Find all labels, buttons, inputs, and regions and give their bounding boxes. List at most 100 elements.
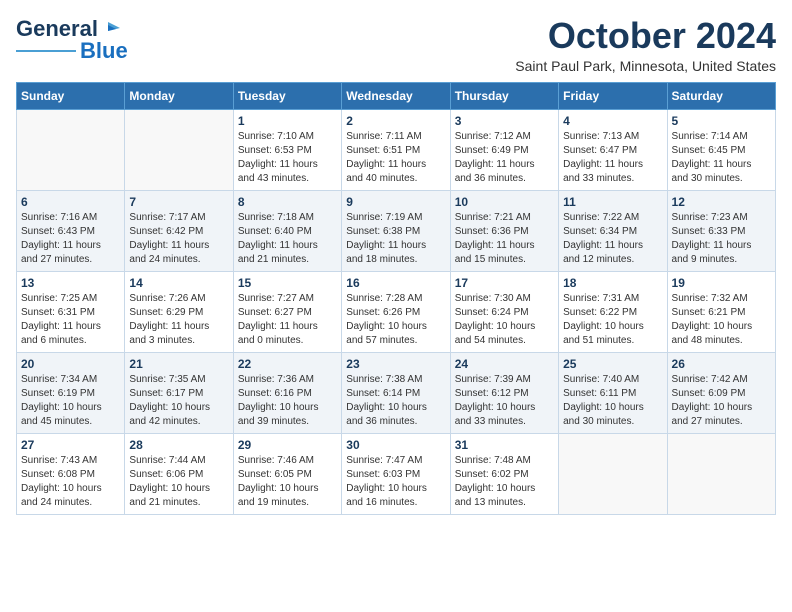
day-info: Sunrise: 7:44 AM Sunset: 6:06 PM Dayligh…	[129, 454, 228, 510]
day-info: Sunrise: 7:36 AM Sunset: 6:16 PM Dayligh…	[238, 373, 337, 429]
logo: General Blue	[16, 16, 128, 64]
calendar-cell: 2 Sunrise: 7:11 AM Sunset: 6:51 PM Daylig…	[342, 109, 450, 190]
day-number: 15	[238, 276, 337, 290]
day-number: 4	[563, 114, 662, 128]
day-number: 25	[563, 357, 662, 371]
day-info: Sunrise: 7:31 AM Sunset: 6:22 PM Dayligh…	[563, 292, 662, 348]
calendar-cell: 21Sunrise: 7:35 AM Sunset: 6:17 PM Dayli…	[125, 352, 233, 433]
day-number: 6	[21, 195, 120, 209]
day-info: Sunrise: 7:47 AM Sunset: 6:03 PM Dayligh…	[346, 454, 445, 510]
day-info: Sunrise: 7:18 AM Sunset: 6:40 PM Dayligh…	[238, 211, 337, 267]
calendar-cell	[125, 109, 233, 190]
calendar-cell: 26Sunrise: 7:42 AM Sunset: 6:09 PM Dayli…	[667, 352, 775, 433]
day-number: 3	[455, 114, 554, 128]
day-info: Sunrise: 7:12 AM Sunset: 6:49 PM Dayligh…	[455, 130, 554, 186]
calendar-week-4: 20 Sunrise: 7:34 AM Sunset: 6:19 PM Dayli…	[17, 352, 776, 433]
day-info: Sunrise: 7:32 AM Sunset: 6:21 PM Dayligh…	[672, 292, 771, 348]
calendar-cell: 4 Sunrise: 7:13 AM Sunset: 6:47 PM Daylig…	[559, 109, 667, 190]
header-day-sunday: Sunday	[17, 82, 125, 109]
day-number: 22	[238, 357, 337, 371]
day-info: Sunrise: 7:11 AM Sunset: 6:51 PM Dayligh…	[346, 130, 445, 186]
day-number: 28	[129, 438, 228, 452]
calendar-cell: 5 Sunrise: 7:14 AM Sunset: 6:45 PM Daylig…	[667, 109, 775, 190]
day-number: 30	[346, 438, 445, 452]
day-info: Sunrise: 7:16 AM Sunset: 6:43 PM Dayligh…	[21, 211, 120, 267]
calendar-cell: 12Sunrise: 7:23 AM Sunset: 6:33 PM Dayli…	[667, 190, 775, 271]
day-info: Sunrise: 7:30 AM Sunset: 6:24 PM Dayligh…	[455, 292, 554, 348]
day-number: 5	[672, 114, 771, 128]
calendar-cell: 18Sunrise: 7:31 AM Sunset: 6:22 PM Dayli…	[559, 271, 667, 352]
day-number: 20	[21, 357, 120, 371]
header-day-wednesday: Wednesday	[342, 82, 450, 109]
day-number: 13	[21, 276, 120, 290]
logo-line	[16, 50, 76, 52]
day-number: 26	[672, 357, 771, 371]
calendar-cell: 24 Sunrise: 7:39 AM Sunset: 6:12 PM Dayli…	[450, 352, 558, 433]
calendar-cell: 16 Sunrise: 7:28 AM Sunset: 6:26 PM Dayli…	[342, 271, 450, 352]
day-info: Sunrise: 7:34 AM Sunset: 6:19 PM Dayligh…	[21, 373, 120, 429]
calendar-cell: 6 Sunrise: 7:16 AM Sunset: 6:43 PM Daylig…	[17, 190, 125, 271]
day-number: 29	[238, 438, 337, 452]
calendar-cell	[559, 433, 667, 514]
calendar-cell	[17, 109, 125, 190]
calendar-table: SundayMondayTuesdayWednesdayThursdayFrid…	[16, 82, 776, 515]
day-info: Sunrise: 7:14 AM Sunset: 6:45 PM Dayligh…	[672, 130, 771, 186]
day-number: 23	[346, 357, 445, 371]
day-info: Sunrise: 7:28 AM Sunset: 6:26 PM Dayligh…	[346, 292, 445, 348]
day-info: Sunrise: 7:17 AM Sunset: 6:42 PM Dayligh…	[129, 211, 228, 267]
day-number: 17	[455, 276, 554, 290]
calendar-week-3: 13 Sunrise: 7:25 AM Sunset: 6:31 PM Dayli…	[17, 271, 776, 352]
month-title: October 2024	[515, 16, 776, 56]
day-number: 16	[346, 276, 445, 290]
calendar-cell: 20 Sunrise: 7:34 AM Sunset: 6:19 PM Dayli…	[17, 352, 125, 433]
day-number: 10	[455, 195, 554, 209]
day-number: 9	[346, 195, 445, 209]
day-number: 19	[672, 276, 771, 290]
day-number: 24	[455, 357, 554, 371]
calendar-cell: 27Sunrise: 7:43 AM Sunset: 6:08 PM Dayli…	[17, 433, 125, 514]
calendar-week-2: 6 Sunrise: 7:16 AM Sunset: 6:43 PM Daylig…	[17, 190, 776, 271]
day-number: 11	[563, 195, 662, 209]
day-number: 1	[238, 114, 337, 128]
calendar-cell: 8 Sunrise: 7:18 AM Sunset: 6:40 PM Daylig…	[233, 190, 341, 271]
day-number: 31	[455, 438, 554, 452]
calendar-header: SundayMondayTuesdayWednesdayThursdayFrid…	[17, 82, 776, 109]
calendar-cell: 10 Sunrise: 7:21 AM Sunset: 6:36 PM Dayli…	[450, 190, 558, 271]
day-info: Sunrise: 7:39 AM Sunset: 6:12 PM Dayligh…	[455, 373, 554, 429]
day-info: Sunrise: 7:38 AM Sunset: 6:14 PM Dayligh…	[346, 373, 445, 429]
day-info: Sunrise: 7:26 AM Sunset: 6:29 PM Dayligh…	[129, 292, 228, 348]
day-info: Sunrise: 7:21 AM Sunset: 6:36 PM Dayligh…	[455, 211, 554, 267]
header-day-thursday: Thursday	[450, 82, 558, 109]
calendar-cell: 1 Sunrise: 7:10 AM Sunset: 6:53 PM Daylig…	[233, 109, 341, 190]
calendar-cell: 15 Sunrise: 7:27 AM Sunset: 6:27 PM Dayli…	[233, 271, 341, 352]
day-number: 2	[346, 114, 445, 128]
day-info: Sunrise: 7:27 AM Sunset: 6:27 PM Dayligh…	[238, 292, 337, 348]
calendar-cell: 3 Sunrise: 7:12 AM Sunset: 6:49 PM Daylig…	[450, 109, 558, 190]
day-info: Sunrise: 7:10 AM Sunset: 6:53 PM Dayligh…	[238, 130, 337, 186]
calendar-cell: 28 Sunrise: 7:44 AM Sunset: 6:06 PM Dayli…	[125, 433, 233, 514]
calendar-cell: 19 Sunrise: 7:32 AM Sunset: 6:21 PM Dayli…	[667, 271, 775, 352]
header-day-tuesday: Tuesday	[233, 82, 341, 109]
calendar-week-1: 1 Sunrise: 7:10 AM Sunset: 6:53 PM Daylig…	[17, 109, 776, 190]
calendar-cell: 17 Sunrise: 7:30 AM Sunset: 6:24 PM Dayli…	[450, 271, 558, 352]
day-info: Sunrise: 7:25 AM Sunset: 6:31 PM Dayligh…	[21, 292, 120, 348]
day-info: Sunrise: 7:35 AM Sunset: 6:17 PM Dayligh…	[129, 373, 228, 429]
calendar-cell: 25 Sunrise: 7:40 AM Sunset: 6:11 PM Dayli…	[559, 352, 667, 433]
calendar-cell: 9Sunrise: 7:19 AM Sunset: 6:38 PM Daylig…	[342, 190, 450, 271]
day-info: Sunrise: 7:13 AM Sunset: 6:47 PM Dayligh…	[563, 130, 662, 186]
day-info: Sunrise: 7:48 AM Sunset: 6:02 PM Dayligh…	[455, 454, 554, 510]
header-day-friday: Friday	[559, 82, 667, 109]
day-number: 27	[21, 438, 120, 452]
title-block: October 2024 Saint Paul Park, Minnesota,…	[515, 16, 776, 74]
day-info: Sunrise: 7:40 AM Sunset: 6:11 PM Dayligh…	[563, 373, 662, 429]
header-day-saturday: Saturday	[667, 82, 775, 109]
calendar-cell: 13 Sunrise: 7:25 AM Sunset: 6:31 PM Dayli…	[17, 271, 125, 352]
day-number: 14	[129, 276, 228, 290]
calendar-cell: 31 Sunrise: 7:48 AM Sunset: 6:02 PM Dayli…	[450, 433, 558, 514]
day-number: 8	[238, 195, 337, 209]
day-info: Sunrise: 7:22 AM Sunset: 6:34 PM Dayligh…	[563, 211, 662, 267]
day-info: Sunrise: 7:46 AM Sunset: 6:05 PM Dayligh…	[238, 454, 337, 510]
calendar-body: 1 Sunrise: 7:10 AM Sunset: 6:53 PM Daylig…	[17, 109, 776, 514]
calendar-cell: 14 Sunrise: 7:26 AM Sunset: 6:29 PM Dayli…	[125, 271, 233, 352]
calendar-cell: 7Sunrise: 7:17 AM Sunset: 6:42 PM Daylig…	[125, 190, 233, 271]
